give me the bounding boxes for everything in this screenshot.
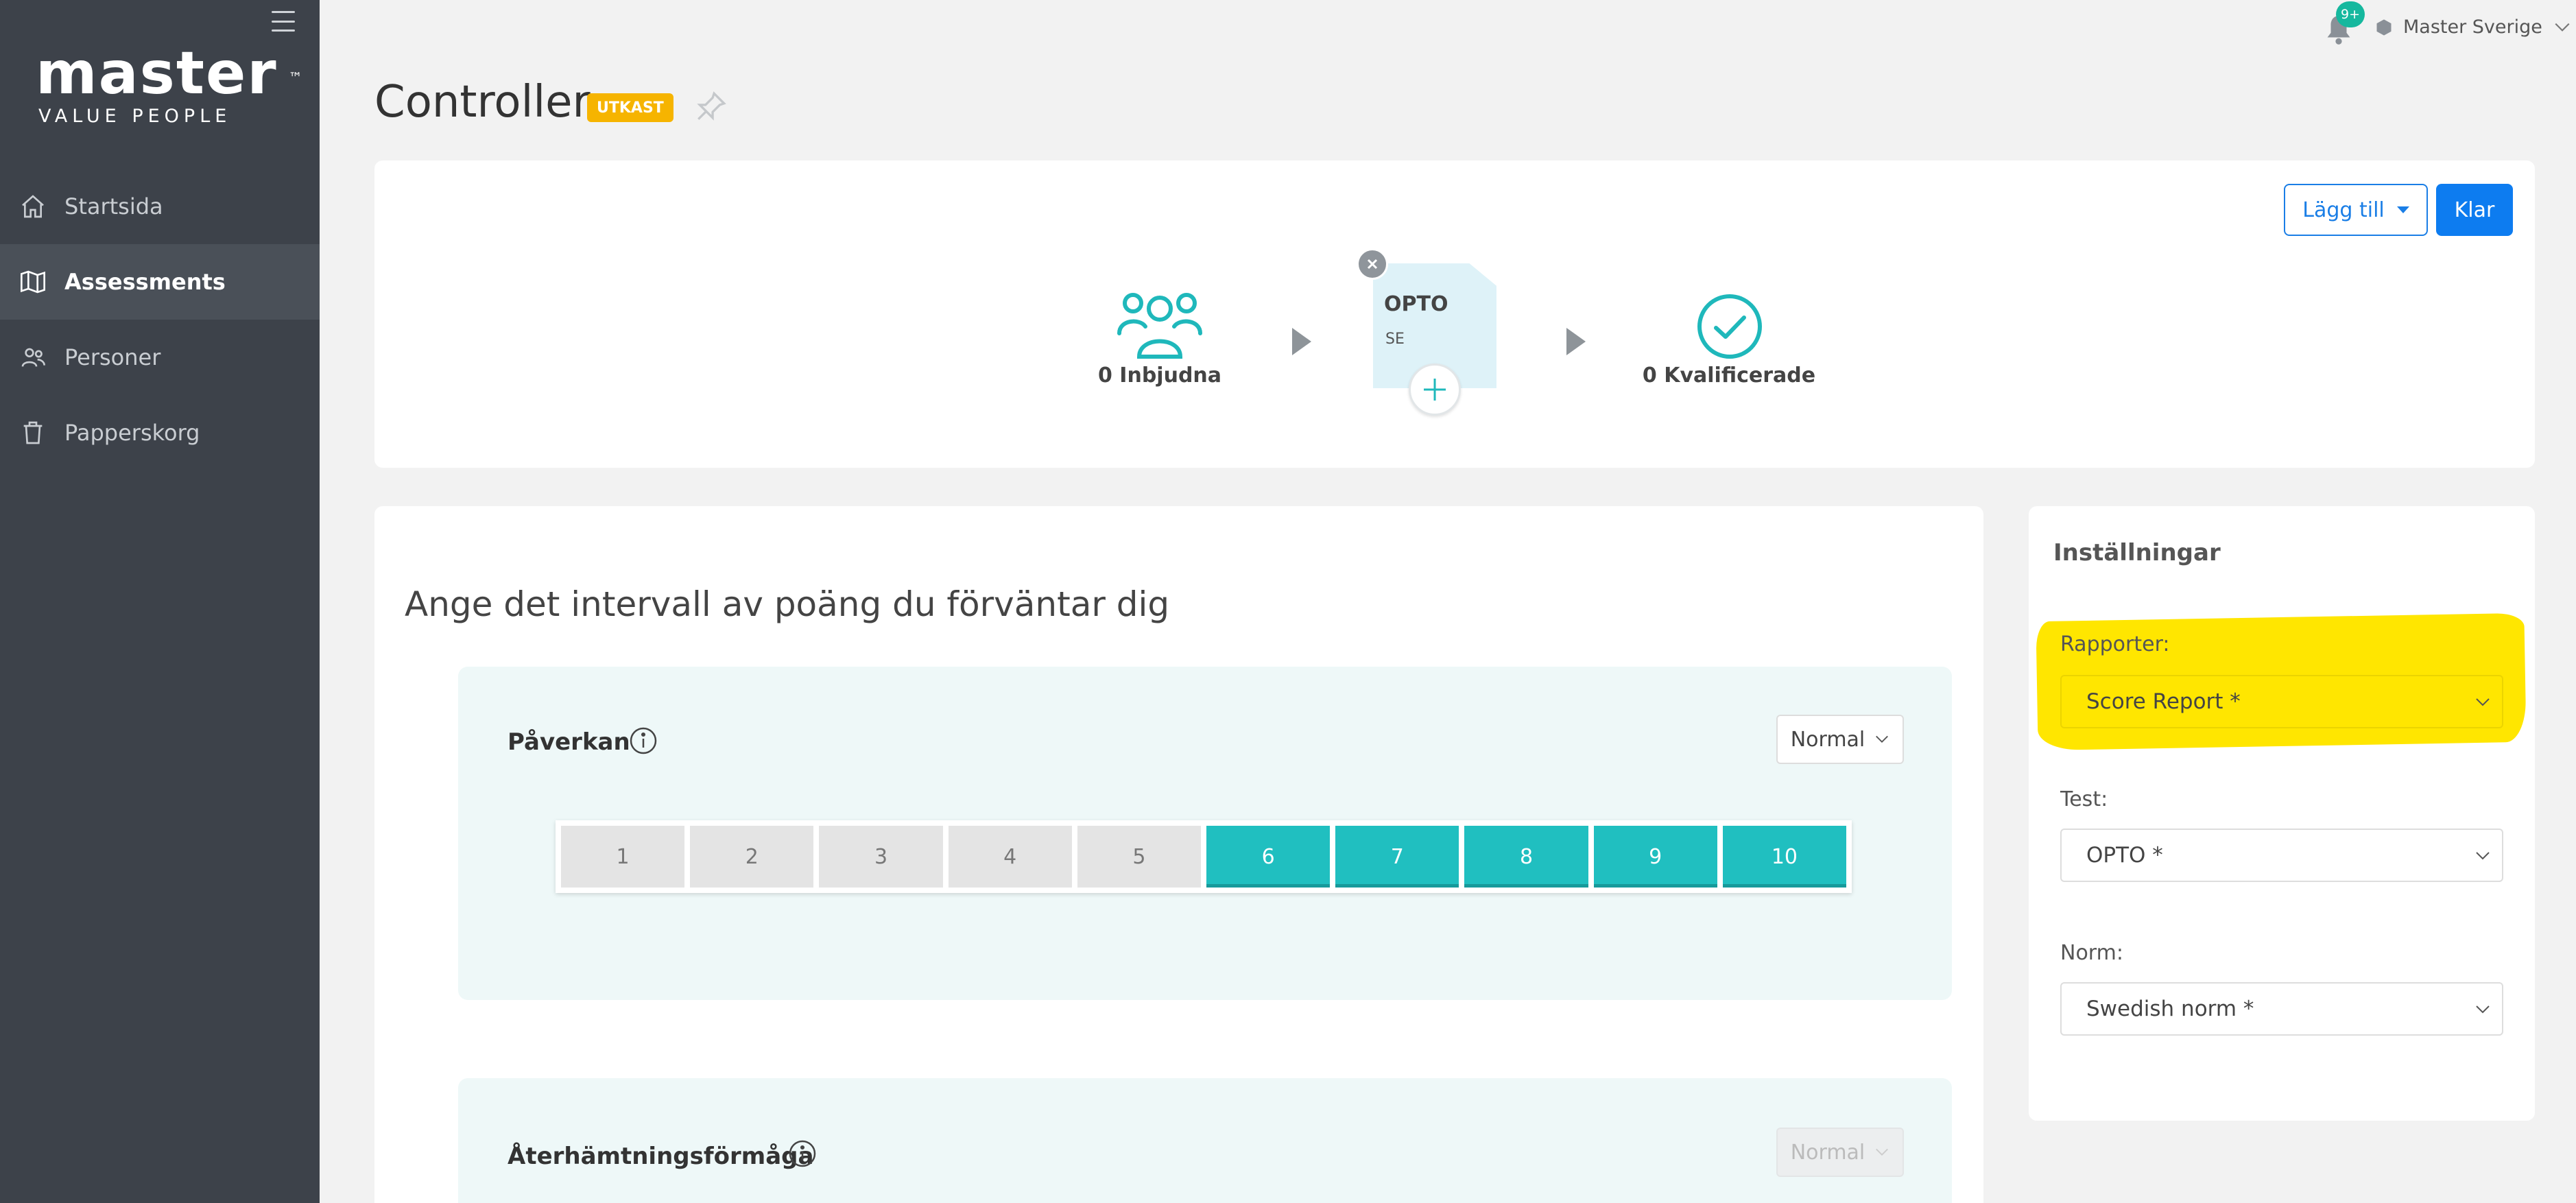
sidebar-item-papperskorg[interactable]: Papperskorg <box>0 395 320 471</box>
score-cell-1[interactable]: 1 <box>561 826 685 888</box>
norm-settings-select[interactable]: Swedish norm * <box>2060 982 2503 1036</box>
info-icon[interactable] <box>787 1139 818 1169</box>
score-cell-2[interactable]: 2 <box>690 826 814 888</box>
reports-select-value: Score Report * <box>2086 689 2241 714</box>
test-select-value: OPTO * <box>2086 843 2163 868</box>
hamburger-menu-icon[interactable] <box>272 11 295 32</box>
account-switcher[interactable]: Master Sverige <box>2374 16 2571 38</box>
chevron-down-icon <box>1876 735 1889 743</box>
logo-tagline: VALUE PEOPLE <box>38 106 232 127</box>
sidebar-item-label: Startsida <box>64 193 163 219</box>
chevron-down-icon <box>2476 698 2490 706</box>
chevron-down-icon <box>2555 23 2570 32</box>
norm-select-value: Normal <box>1790 1140 1865 1165</box>
norm-settings-select-value: Swedish norm * <box>2086 997 2254 1021</box>
notification-badge: 9+ <box>2336 1 2365 27</box>
page-title: Controller <box>374 77 591 128</box>
score-cell-4[interactable]: 4 <box>948 826 1072 888</box>
score-cell-5[interactable]: 5 <box>1077 826 1202 888</box>
invited-count: 0 Inbjudna <box>1097 364 1222 388</box>
trash-icon <box>18 418 48 448</box>
reports-select[interactable]: Score Report * <box>2060 675 2503 728</box>
remove-test-button[interactable] <box>1357 248 1388 280</box>
score-cell-3[interactable]: 3 <box>819 826 943 888</box>
score-cell-9[interactable]: 9 <box>1593 826 1717 888</box>
score-cell-10[interactable]: 10 <box>1722 826 1847 888</box>
pin-icon[interactable] <box>694 89 728 123</box>
check-circle-icon <box>1695 292 1764 361</box>
test-label: Test: <box>2060 787 2108 811</box>
score-scale: 1 2 3 4 5 6 7 8 9 10 <box>556 820 1852 893</box>
score-cell-8[interactable]: 8 <box>1464 826 1588 888</box>
sidebar-item-label: Personer <box>64 344 161 370</box>
settings-title: Inställningar <box>2053 539 2221 567</box>
norm-select-value: Normal <box>1790 727 1865 752</box>
group-users-icon <box>1117 288 1203 359</box>
status-badge: UTKAST <box>587 93 673 122</box>
users-icon <box>18 342 48 372</box>
home-icon <box>18 191 48 222</box>
done-button[interactable]: Klar <box>2436 184 2513 236</box>
chevron-down-icon <box>2476 852 2490 860</box>
sidebar-item-label: Assessments <box>64 269 226 295</box>
arrow-right-icon <box>1289 325 1314 358</box>
add-dropdown-button[interactable]: Lägg till <box>2284 184 2428 236</box>
sidebar-item-startsida[interactable]: Startsida <box>0 169 320 244</box>
logo-trademark: ™ <box>288 69 304 86</box>
close-icon <box>1367 259 1378 270</box>
scale-title: Återhämtningsförmåga <box>508 1143 814 1170</box>
scale-card <box>458 1078 1952 1203</box>
score-cell-6[interactable]: 6 <box>1206 826 1331 888</box>
norm-label: Norm: <box>2060 941 2123 965</box>
qualified-count: 0 Kvalificerade <box>1642 364 1816 388</box>
sidebar: master ™ VALUE PEOPLE Startsida Assessmen… <box>0 0 320 1203</box>
master-logo[interactable]: master ™ VALUE PEOPLE <box>36 44 302 127</box>
account-name: Master Sverige <box>2403 16 2542 38</box>
add-button-label: Lägg till <box>2302 198 2385 222</box>
norm-select[interactable]: Normal <box>1776 715 1904 764</box>
sidebar-item-personer[interactable]: Personer <box>0 320 320 395</box>
logo-text: master <box>36 39 278 108</box>
map-icon <box>18 267 48 297</box>
plus-icon <box>1424 379 1446 401</box>
norm-select-disabled: Normal <box>1776 1128 1904 1177</box>
scale-title: Påverkan <box>508 728 630 756</box>
cube-icon <box>2376 19 2392 36</box>
info-icon[interactable] <box>628 726 658 756</box>
caret-down-icon <box>2396 206 2409 213</box>
test-select[interactable]: OPTO * <box>2060 829 2503 882</box>
chevron-down-icon <box>1876 1148 1889 1156</box>
section-heading: Ange det intervall av poäng du förväntar… <box>405 584 1170 624</box>
arrow-right-icon <box>1564 325 1588 358</box>
sidebar-nav: Startsida Assessments Personer Pappersko… <box>0 169 320 471</box>
chevron-down-icon <box>2476 1005 2490 1014</box>
test-name: OPTO <box>1384 292 1448 316</box>
add-step-button[interactable] <box>1409 364 1461 416</box>
score-cell-7[interactable]: 7 <box>1335 826 1459 888</box>
test-language: SE <box>1385 331 1405 348</box>
sidebar-item-assessments[interactable]: Assessments <box>0 244 320 320</box>
reports-label: Rapporter: <box>2060 632 2170 656</box>
sidebar-item-label: Papperskorg <box>64 420 200 446</box>
